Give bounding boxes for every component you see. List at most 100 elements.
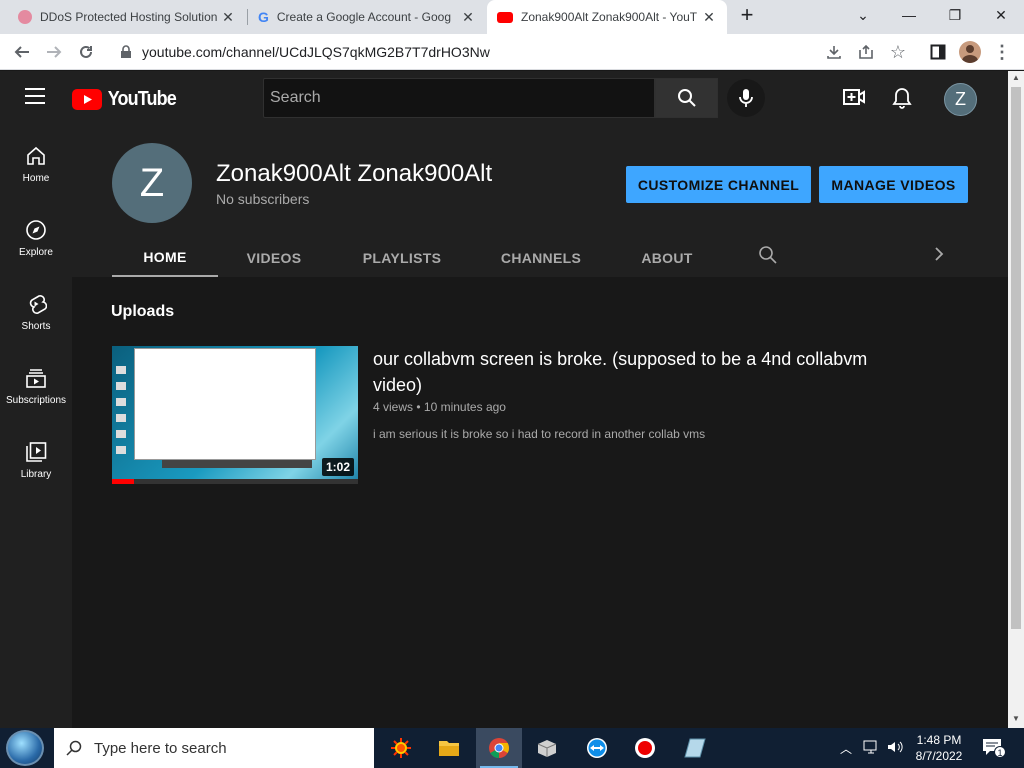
network-icon[interactable]: [862, 739, 880, 760]
taskbar-clock[interactable]: 1:48 PM 8/7/2022: [906, 732, 972, 764]
account-avatar[interactable]: Z: [944, 83, 977, 116]
reload-icon: [80, 45, 92, 58]
watch-progress-bar: [112, 479, 134, 484]
tab-home[interactable]: HOME: [112, 238, 218, 278]
search-icon: [677, 89, 696, 107]
channel-content: Uploads 1:02 our collabvm screen is brok…: [72, 277, 1008, 728]
customize-channel-button[interactable]: CUSTOMIZE CHANNEL: [626, 166, 811, 203]
tab-youtube[interactable]: Zonak900Alt Zonak900Alt - YouT ✕: [487, 0, 727, 34]
bell-icon: [892, 88, 912, 109]
package-box-icon: [537, 740, 557, 757]
uploads-heading[interactable]: Uploads: [111, 303, 174, 321]
sidebar-label: Library: [20, 469, 52, 480]
channel-header: Z Zonak900Alt Zonak900Alt No subscribers…: [72, 127, 1008, 278]
notification-center-button[interactable]: 1: [982, 738, 1006, 761]
scroll-up-arrow-icon[interactable]: ▲: [1012, 73, 1020, 82]
scroll-down-arrow-icon[interactable]: ▼: [1012, 714, 1020, 723]
sidebar-item-home[interactable]: Home: [0, 127, 72, 201]
video-title[interactable]: our collabvm screen is broke. (supposed …: [373, 346, 893, 398]
taskbar-app-notebook[interactable]: [672, 728, 718, 768]
search-input[interactable]: Search: [263, 78, 655, 118]
page-scrollbar[interactable]: ▲ ▼: [1008, 71, 1024, 728]
clock-date: 8/7/2022: [915, 749, 963, 763]
close-tab-icon[interactable]: ✕: [460, 9, 476, 26]
star-icon: ☆: [889, 41, 907, 62]
new-tab-button[interactable]: +: [732, 0, 762, 30]
voice-search-button[interactable]: [727, 79, 765, 117]
watch-progress-track: [112, 479, 358, 484]
notifications-button[interactable]: [892, 87, 912, 114]
taskbar-app-chrome[interactable]: [476, 728, 522, 768]
close-window-button[interactable]: ✕: [978, 0, 1024, 30]
profile-button[interactable]: [958, 40, 982, 64]
more-vert-icon: ⋮: [993, 41, 1011, 62]
youtube-header: YouTube Search Z: [0, 71, 1008, 127]
volume-icon[interactable]: [886, 739, 904, 760]
youtube-sidebar: Home Explore Shorts Subscriptions Librar…: [0, 127, 72, 728]
sidebar-item-subscriptions[interactable]: Subscriptions: [0, 349, 72, 423]
taskbar-app-file-explorer[interactable]: [426, 728, 472, 768]
video-description: i am serious it is broke so i had to rec…: [373, 427, 706, 441]
restore-button[interactable]: ❐: [932, 0, 978, 30]
tabs-scroll-right-button[interactable]: [932, 246, 946, 267]
manage-videos-button[interactable]: MANAGE VIDEOS: [819, 166, 968, 203]
share-icon: [859, 44, 873, 59]
thumbnail-desktop-icons: [116, 366, 126, 456]
video-metadata: 4 views • 10 minutes ago: [373, 400, 506, 414]
taskbar-app-teamviewer[interactable]: [574, 728, 620, 768]
tab-search-button[interactable]: ⌄: [840, 0, 886, 30]
bookmark-star-button[interactable]: ☆: [886, 40, 910, 64]
chrome-icon: [489, 738, 510, 759]
youtube-favicon-icon: [497, 11, 513, 23]
subscriber-count: No subscribers: [216, 191, 310, 207]
side-panel-icon: [930, 44, 946, 60]
tab-channels[interactable]: CHANNELS: [484, 238, 598, 278]
sidebar-item-shorts[interactable]: Shorts: [0, 275, 72, 349]
taskbar-app-package[interactable]: [524, 728, 570, 768]
tab-videos[interactable]: VIDEOS: [232, 238, 316, 278]
close-tab-icon[interactable]: ✕: [220, 9, 236, 26]
taskbar-app-recorder[interactable]: [622, 728, 668, 768]
side-panel-button[interactable]: [926, 40, 950, 64]
tab-title: Create a Google Account - Goog: [276, 10, 451, 24]
sidebar-item-explore[interactable]: Explore: [0, 201, 72, 275]
back-button[interactable]: [10, 40, 34, 64]
show-hidden-icons-chevron-icon[interactable]: ︿: [840, 740, 852, 757]
address-bar[interactable]: youtube.com/channel/UCdJLQS7qkMG2B7T7drH…: [108, 37, 918, 67]
search-button[interactable]: [655, 78, 718, 118]
tab-google[interactable]: G Create a Google Account - Goog ✕: [248, 0, 486, 34]
tab-about[interactable]: ABOUT: [622, 238, 712, 278]
url-text: youtube.com/channel/UCdJLQS7qkMG2B7T7drH…: [142, 44, 490, 60]
forward-arrow-icon: [47, 46, 62, 58]
video-thumbnail[interactable]: 1:02: [112, 346, 358, 484]
youtube-play-logo-icon: [72, 89, 102, 110]
tab-title: DDoS Protected Hosting Solution: [40, 10, 218, 24]
search-icon: [66, 740, 82, 756]
chrome-menu-button[interactable]: ⋮: [990, 40, 1014, 64]
taskbar-app-sun[interactable]: [378, 728, 424, 768]
install-app-button[interactable]: [822, 40, 846, 64]
create-video-button[interactable]: [843, 88, 865, 111]
taskbar-search-box[interactable]: Type here to search: [54, 728, 374, 768]
compass-icon: [26, 220, 46, 240]
share-button[interactable]: [854, 40, 878, 64]
sidebar-label: Explore: [19, 247, 53, 258]
close-tab-icon[interactable]: ✕: [701, 9, 717, 26]
channel-search-button[interactable]: [758, 245, 778, 270]
youtube-logo[interactable]: YouTube: [72, 88, 180, 111]
scrollbar-thumb[interactable]: [1011, 87, 1021, 629]
forward-button[interactable]: [42, 40, 66, 64]
subscriptions-icon: [26, 369, 46, 388]
reload-button[interactable]: [74, 40, 98, 64]
minimize-button[interactable]: —: [886, 0, 932, 30]
profile-avatar-icon: [959, 41, 981, 63]
sidebar-item-library[interactable]: Library: [0, 423, 72, 497]
start-button[interactable]: [6, 730, 44, 766]
guide-menu-button[interactable]: [24, 87, 46, 110]
channel-name: Zonak900Alt Zonak900Alt: [216, 160, 493, 187]
tab-ddos[interactable]: DDoS Protected Hosting Solution ✕: [8, 0, 246, 34]
shorts-icon: [29, 295, 47, 314]
notification-badge: 1: [994, 746, 1006, 758]
sidebar-label: Home: [22, 173, 50, 184]
tab-playlists[interactable]: PLAYLISTS: [342, 238, 462, 278]
